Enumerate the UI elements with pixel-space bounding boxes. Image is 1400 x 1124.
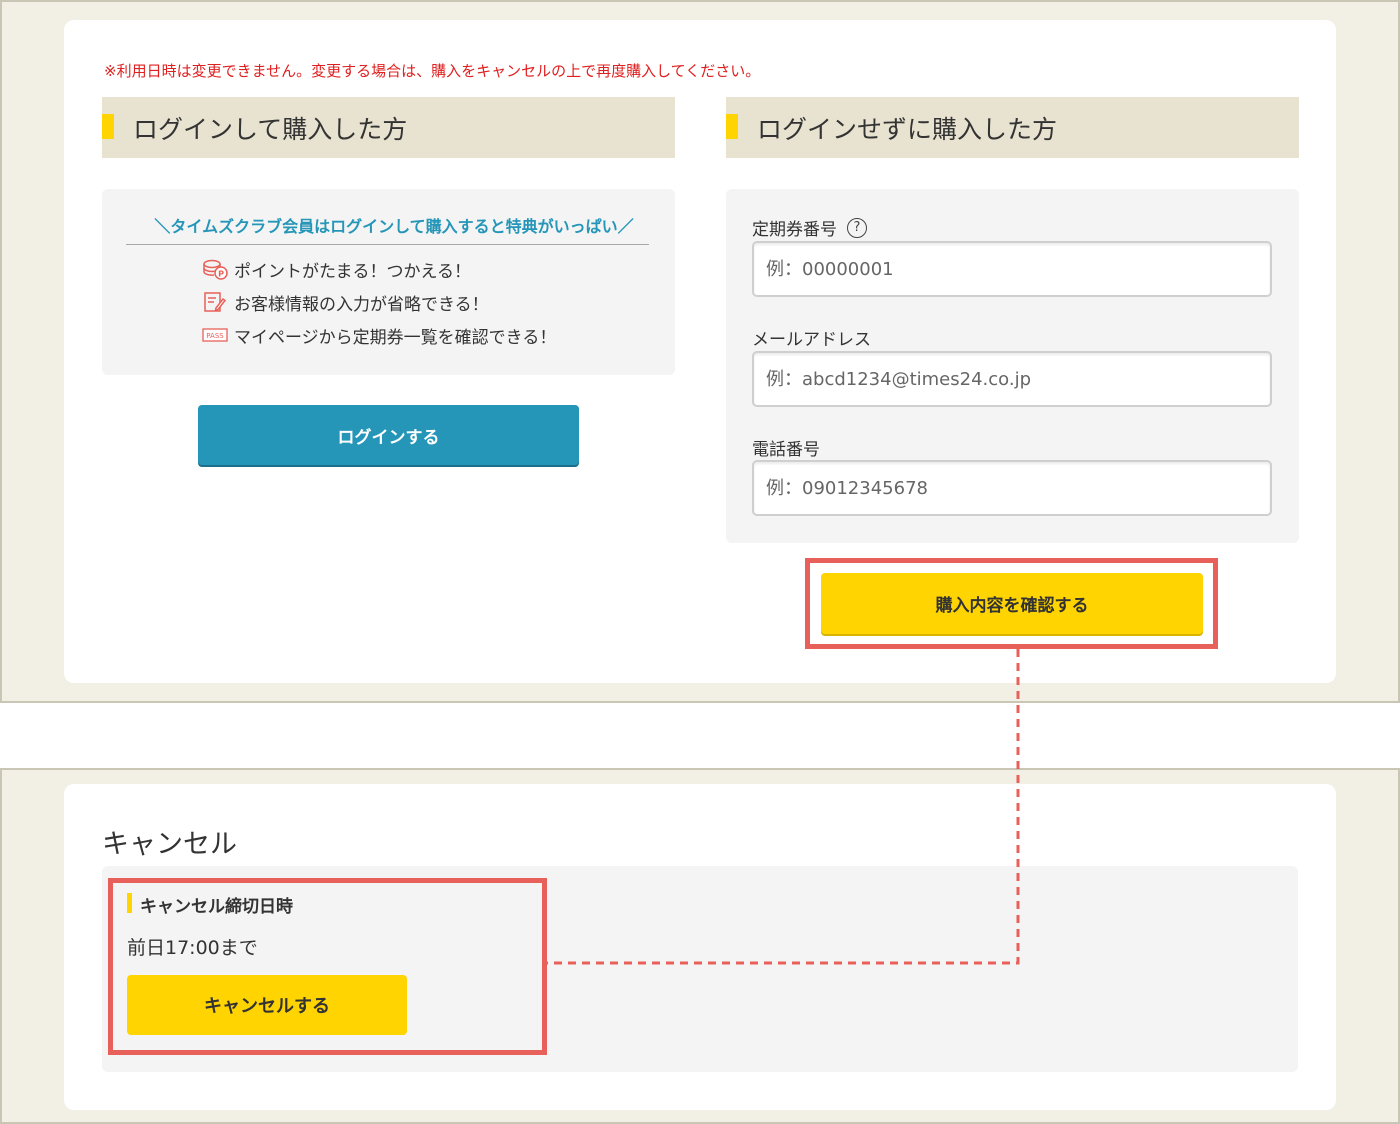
dashed-connector-line: [547, 649, 1020, 965]
